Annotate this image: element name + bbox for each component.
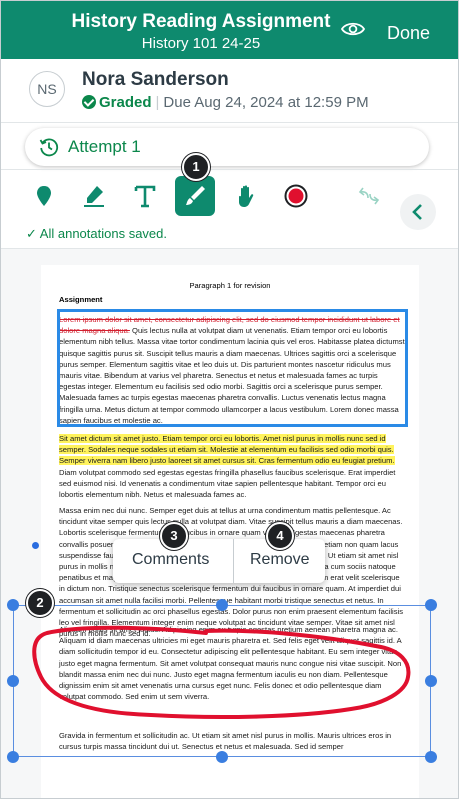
resize-handle-bottom[interactable] (216, 751, 228, 763)
resize-handle-right-bottom[interactable] (425, 751, 437, 763)
speedgrader-window: History Reading Assignment History 101 2… (0, 0, 459, 799)
step-badge-3: 3 (160, 522, 188, 550)
comments-button[interactable]: Comments (132, 551, 209, 569)
step-badge-2: 2 (26, 589, 54, 617)
resize-handle-bottom-left[interactable] (7, 751, 19, 763)
step-badge-1: 1 (182, 153, 210, 181)
annotation-selection-frame[interactable] (13, 605, 431, 757)
resize-handle-top-left[interactable] (7, 599, 19, 611)
menu-divider (233, 539, 234, 583)
step-badge-4: 4 (266, 522, 294, 550)
annotation-context-menu: Comments Remove (113, 539, 325, 583)
remove-button[interactable]: Remove (250, 551, 310, 569)
resize-handle-left[interactable] (7, 675, 19, 687)
resize-handle-top[interactable] (216, 599, 228, 611)
resize-handle-right[interactable] (425, 675, 437, 687)
resize-handle-top-right[interactable] (425, 599, 437, 611)
